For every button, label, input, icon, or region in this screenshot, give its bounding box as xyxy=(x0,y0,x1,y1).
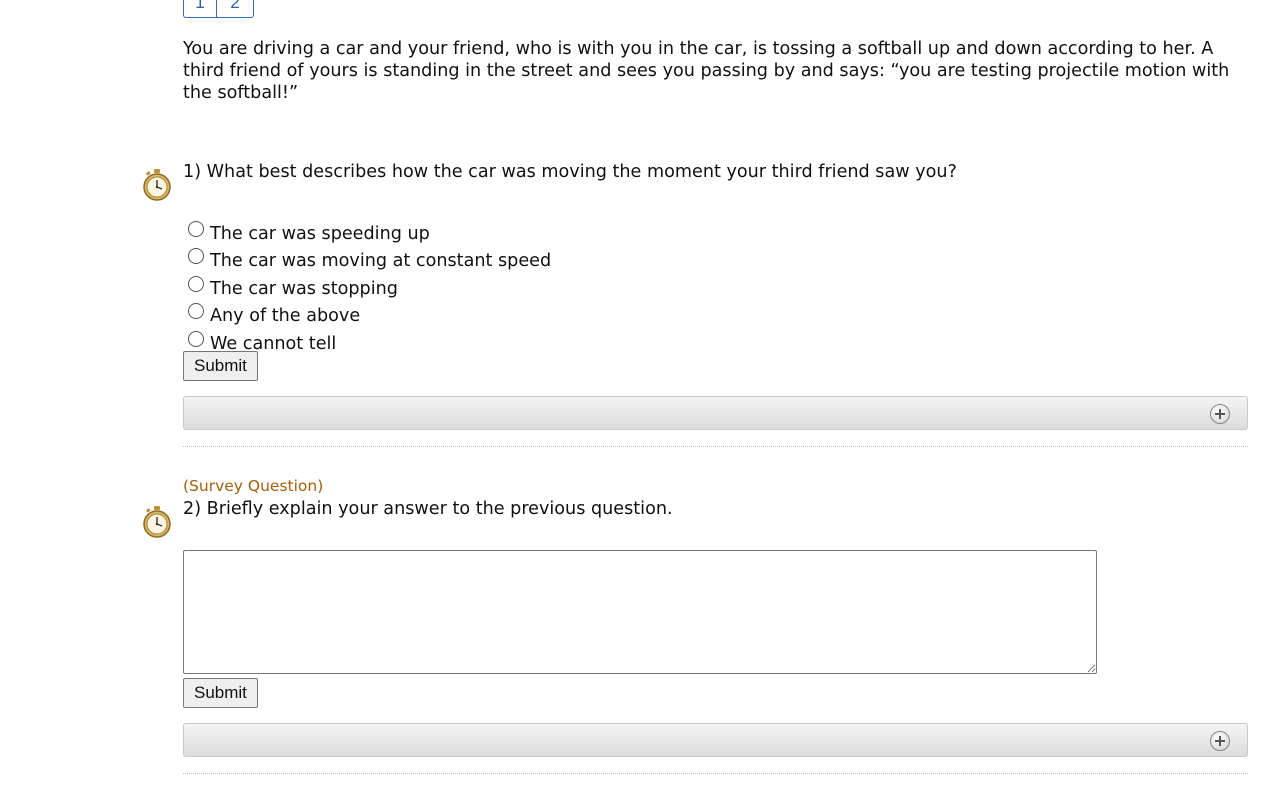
page-pager: 1 2 xyxy=(183,0,254,18)
question-2-text: 2) Briefly explain your answer to the pr… xyxy=(183,499,673,519)
page-1-button[interactable]: 1 xyxy=(183,0,217,18)
question-1-submit-button[interactable]: Submit xyxy=(183,351,258,381)
stopwatch-icon xyxy=(143,506,171,538)
radio-button[interactable] xyxy=(188,275,204,292)
option-label: The car was speeding up xyxy=(210,223,430,244)
question-divider xyxy=(183,773,1248,774)
radio-button[interactable] xyxy=(188,303,204,319)
option-any-of-above[interactable]: Any of the above xyxy=(188,299,551,326)
page-2-button[interactable]: 2 xyxy=(216,0,254,18)
option-speeding-up[interactable]: The car was speeding up xyxy=(188,216,551,244)
option-label: The car was moving at constant speed xyxy=(210,251,552,271)
question-1-options: The car was speeding up The car was movi… xyxy=(188,216,551,354)
question-2-submit-button[interactable]: Submit xyxy=(183,678,258,708)
question-2-answer-field[interactable] xyxy=(183,550,1097,674)
radio-button[interactable] xyxy=(188,220,204,237)
question-divider xyxy=(183,446,1248,447)
expand-plus-icon[interactable] xyxy=(1210,404,1230,424)
stopwatch-icon xyxy=(143,169,171,201)
option-label: The car was stopping xyxy=(210,278,398,299)
question-1-text: 1) What best describes how the car was m… xyxy=(183,162,957,182)
radio-button[interactable] xyxy=(188,330,204,347)
question-1-feedback-bar[interactable] xyxy=(183,396,1248,430)
assignment-page: 1 2 You are driving a car and your frien… xyxy=(0,0,1285,789)
option-stopping[interactable]: The car was stopping xyxy=(188,271,551,299)
option-cannot-tell[interactable]: We cannot tell xyxy=(188,326,551,354)
problem-intro: You are driving a car and your friend, w… xyxy=(183,39,1230,103)
radio-button[interactable] xyxy=(188,248,204,264)
expand-plus-icon[interactable] xyxy=(1210,731,1230,751)
survey-question-tag: (Survey Question) xyxy=(183,477,324,495)
option-constant-speed[interactable]: The car was moving at constant speed xyxy=(188,244,552,271)
option-label: Any of the above xyxy=(210,306,361,326)
question-2-feedback-bar[interactable] xyxy=(183,723,1248,757)
